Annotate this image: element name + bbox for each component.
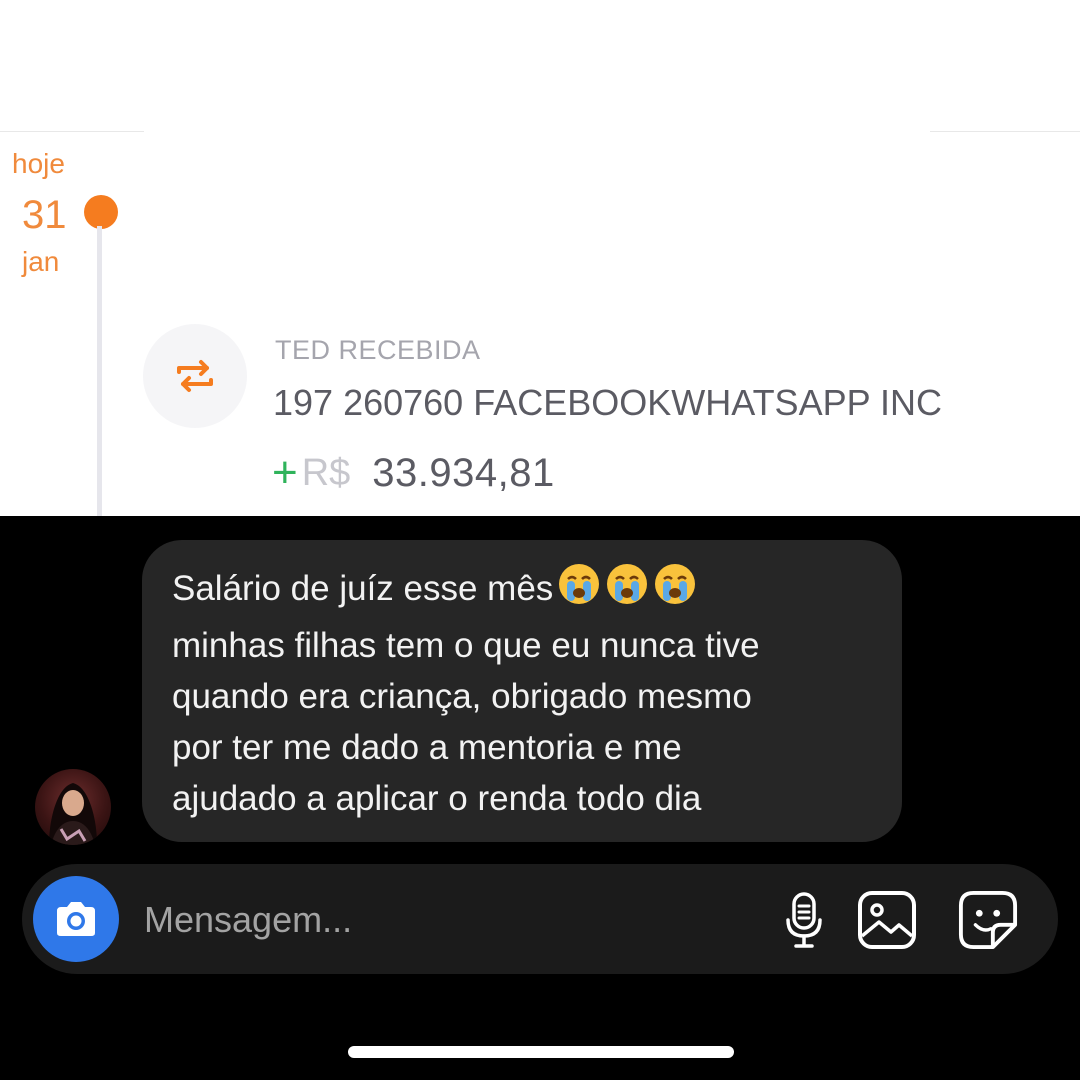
date-relative-label: hoje [12, 148, 65, 179]
divider [930, 131, 1080, 132]
timeline-line [97, 226, 102, 516]
bank-statement-panel: hoje 31 jan TED RECEBIDA 197 260760 FACE… [0, 0, 1080, 516]
transaction-type: TED RECEBIDA [275, 335, 481, 365]
profile-photo [49, 783, 97, 845]
timeline-dot [84, 195, 118, 229]
message-composer [22, 864, 1058, 974]
amount-value: 33.934,81 [372, 450, 555, 495]
divider [0, 131, 144, 132]
sticker-icon [958, 890, 1018, 950]
transfer-icon [143, 324, 247, 428]
transaction-description: 197 260760 FACEBOOKWHATSAPP INC [273, 382, 942, 423]
message-bubble[interactable]: Salário de juíz esse mês minhas filhas t… [142, 540, 902, 842]
date-day: 31 [22, 193, 67, 237]
avatar[interactable] [35, 769, 111, 845]
amount-currency: R$ [301, 451, 351, 494]
loudly-crying-face-icon [605, 562, 649, 620]
microphone-button[interactable] [774, 890, 834, 950]
sticker-button[interactable] [958, 890, 1018, 950]
home-indicator[interactable] [348, 1046, 734, 1058]
transaction-amount: + R$ 33.934,81 [272, 448, 555, 498]
loudly-crying-face-icon [653, 562, 697, 620]
camera-icon [57, 902, 95, 936]
message-first-line: Salário de juíz esse mês [172, 569, 554, 608]
chat-panel: Salário de juíz esse mês minhas filhas t… [0, 516, 1080, 1080]
amount-sign: + [272, 448, 298, 497]
gallery-button[interactable] [857, 890, 917, 950]
gallery-icon [858, 891, 916, 949]
loudly-crying-face-icon [557, 562, 601, 620]
transfer-arrows-icon [177, 360, 213, 392]
microphone-icon [786, 892, 822, 948]
message-body: minhas filhas tem o que eu nunca tive qu… [172, 626, 760, 818]
date-month: jan [22, 246, 60, 277]
message-text: Salário de juíz esse mês minhas filhas t… [172, 562, 892, 824]
camera-button[interactable] [33, 876, 119, 962]
message-input[interactable] [142, 894, 706, 946]
